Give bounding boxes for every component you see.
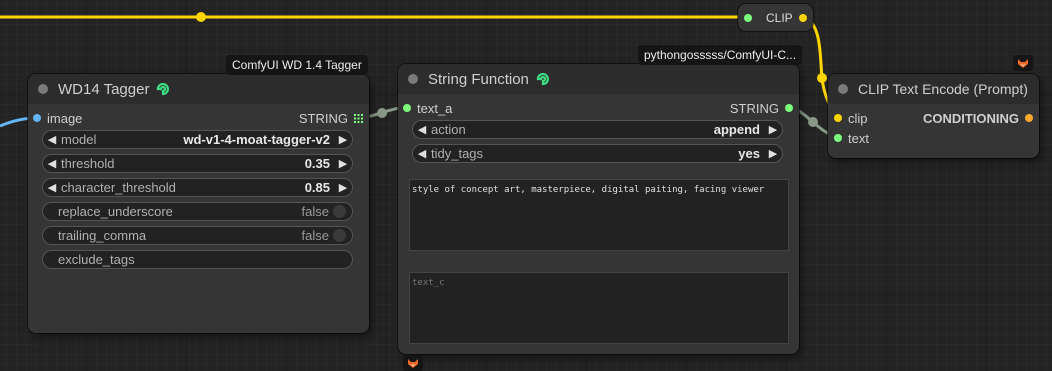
increment-arrow-icon[interactable]: ▶ xyxy=(334,181,352,194)
collapse-dot[interactable] xyxy=(408,74,418,84)
string-output-label: STRING xyxy=(729,100,779,116)
model-combo[interactable]: ◀ model wd-v1-4-moat-tagger-v2 ▶ xyxy=(42,130,353,149)
widget-value: yes xyxy=(738,146,760,161)
image-slot-dot[interactable] xyxy=(33,114,41,122)
threshold-number[interactable]: ◀ threshold 0.35 ▶ xyxy=(42,154,353,173)
text-a-slot-dot[interactable] xyxy=(403,104,411,112)
node-title: WD14 Tagger xyxy=(58,80,150,98)
decrement-arrow-icon[interactable]: ◀ xyxy=(43,181,61,194)
conditioning-output-label: CONDITIONING xyxy=(922,110,1019,126)
widget-label: action xyxy=(431,122,466,137)
clip-encode-fox-badge xyxy=(1013,55,1033,71)
string-function-node[interactable]: String Function text_a STRING ◀ action a… xyxy=(398,64,799,354)
widget-value: wd-v1-4-moat-tagger-v2 xyxy=(183,132,330,147)
grid-output-icon[interactable] xyxy=(354,113,363,123)
widget-label: exclude_tags xyxy=(58,252,135,267)
image-input-label: image xyxy=(47,110,83,126)
exclude-tags-text-field[interactable]: exclude_tags xyxy=(42,250,353,269)
python-snake-icon xyxy=(536,72,550,86)
toggle-knob[interactable] xyxy=(333,205,346,218)
increment-arrow-icon[interactable]: ▶ xyxy=(764,123,782,136)
image-input-slot[interactable]: image xyxy=(33,108,82,128)
collapse-dot[interactable] xyxy=(838,84,848,94)
string-function-title-bar[interactable]: String Function xyxy=(398,64,799,94)
clip-wire-midpoint xyxy=(196,12,206,22)
clip-slot-dot[interactable] xyxy=(834,114,842,122)
widget-value: 0.35 xyxy=(304,156,330,171)
decrement-arrow-icon[interactable]: ◀ xyxy=(413,123,431,136)
node-title: String Function xyxy=(428,70,529,88)
node-title: CLIP Text Encode (Prompt) xyxy=(858,81,1028,97)
increment-arrow-icon[interactable]: ▶ xyxy=(334,133,352,146)
string-wire-midpoint-2 xyxy=(808,117,818,127)
string-output-dot[interactable] xyxy=(785,104,793,112)
widget-label: model xyxy=(61,132,97,147)
widget-value: append xyxy=(713,122,760,137)
clip-input-slot[interactable]: clip xyxy=(834,108,868,128)
widget-value: 0.85 xyxy=(304,180,330,195)
string-function-fox-badge xyxy=(403,355,423,371)
toggle-value: false xyxy=(301,228,329,243)
reroute-output-slot[interactable] xyxy=(798,13,807,22)
string-wire-midpoint-1 xyxy=(377,108,387,118)
widget-label: tidy_tags xyxy=(431,146,484,161)
string-output-slot[interactable]: STRING xyxy=(730,98,793,118)
action-combo[interactable]: ◀ action append ▶ xyxy=(412,120,783,139)
conditioning-output-dot[interactable] xyxy=(1025,114,1033,122)
clip-text-encode-title-bar[interactable]: CLIP Text Encode (Prompt) xyxy=(828,74,1039,104)
widget-label: replace_underscore xyxy=(58,204,173,219)
text-input-slot[interactable]: text xyxy=(834,128,869,148)
increment-arrow-icon[interactable]: ▶ xyxy=(334,157,352,170)
tidy-tags-combo[interactable]: ◀ tidy_tags yes ▶ xyxy=(412,144,783,163)
clip-text-encode-node[interactable]: CLIP Text Encode (Prompt) clip text COND… xyxy=(828,74,1039,158)
replace-underscore-toggle[interactable]: replace_underscore false xyxy=(42,202,353,221)
widget-label: trailing_comma xyxy=(58,228,147,243)
fox-icon xyxy=(1018,58,1028,68)
reroute-input-slot[interactable] xyxy=(744,13,752,22)
trailing-comma-toggle[interactable]: trailing_comma false xyxy=(42,226,353,245)
widget-label: threshold xyxy=(61,156,115,171)
string-output-slot[interactable]: STRING xyxy=(299,108,363,128)
toggle-value: false xyxy=(301,204,329,219)
text-input-label: text xyxy=(848,130,869,146)
text-a-input-slot[interactable]: text_a xyxy=(403,98,452,118)
clip-wire-midpoint-2 xyxy=(817,73,827,83)
text-b-textarea[interactable]: style of concept art, masterpiece, digit… xyxy=(409,179,789,251)
reroute-label: CLIP xyxy=(766,10,793,25)
string-function-badge: pythongosssss/ComfyUI-C... xyxy=(638,45,803,65)
toggle-knob[interactable] xyxy=(333,229,346,242)
widget-label: character_threshold xyxy=(61,180,176,195)
decrement-arrow-icon[interactable]: ◀ xyxy=(43,157,61,170)
conditioning-output-slot[interactable]: CONDITIONING xyxy=(923,108,1033,128)
wd14-tagger-title-bar[interactable]: WD14 Tagger xyxy=(28,74,369,104)
clip-input-label: clip xyxy=(848,110,868,126)
decrement-arrow-icon[interactable]: ◀ xyxy=(43,133,61,146)
increment-arrow-icon[interactable]: ▶ xyxy=(764,147,782,160)
wd14-tagger-badge: ComfyUI WD 1.4 Tagger xyxy=(226,55,368,75)
character-threshold-number[interactable]: ◀ character_threshold 0.85 ▶ xyxy=(42,178,353,197)
text-slot-dot[interactable] xyxy=(834,134,842,142)
decrement-arrow-icon[interactable]: ◀ xyxy=(413,147,431,160)
wd14-tagger-node[interactable]: WD14 Tagger image STRING ◀ model wd-v1-4… xyxy=(28,74,369,333)
text-c-textarea[interactable]: text_c xyxy=(409,272,789,344)
python-snake-icon xyxy=(156,82,170,96)
string-output-label: STRING xyxy=(298,110,348,126)
text-a-input-label: text_a xyxy=(417,100,453,116)
collapse-dot[interactable] xyxy=(38,84,48,94)
reroute-node-clip[interactable]: CLIP xyxy=(738,4,813,31)
